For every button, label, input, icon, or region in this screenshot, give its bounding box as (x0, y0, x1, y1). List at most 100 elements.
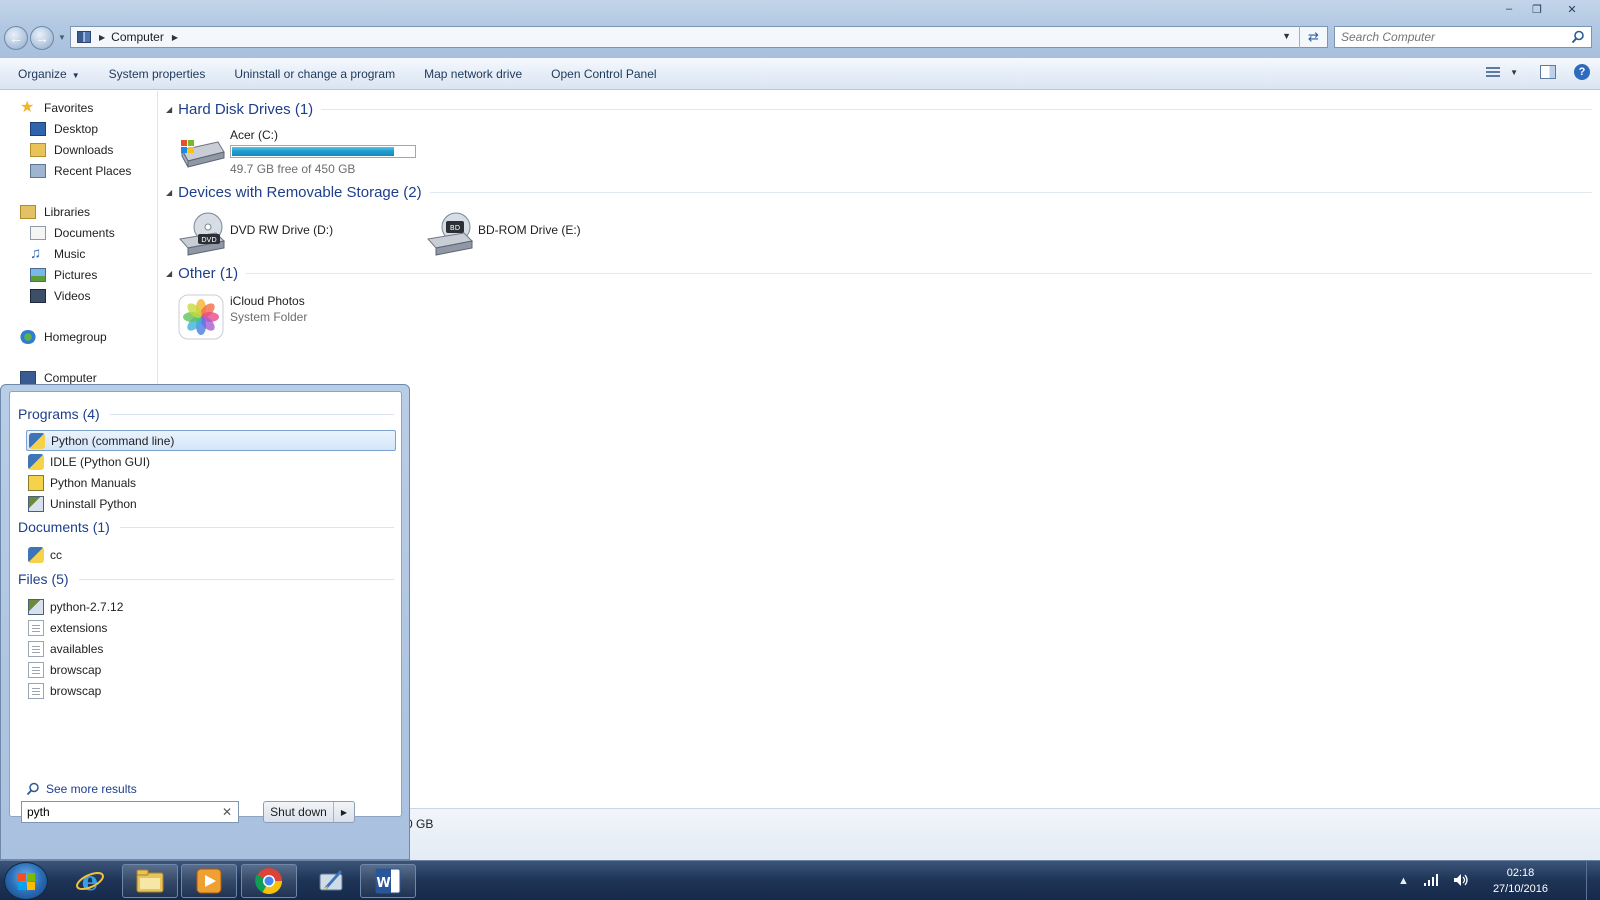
files-heading[interactable]: Files (5) (18, 571, 394, 587)
collapse-triangle-icon[interactable]: ◢ (166, 105, 172, 114)
group-divider (321, 109, 1592, 110)
drive-d-tile[interactable]: DVD DVD RW Drive (D:) (178, 211, 333, 257)
nav-computer[interactable]: Computer (20, 371, 97, 385)
result-item[interactable]: cc (26, 544, 396, 565)
collapse-triangle-icon[interactable]: ◢ (166, 188, 172, 197)
result-item[interactable]: extensions (26, 617, 396, 638)
see-more-results-label: See more results (46, 782, 137, 796)
recent-pages-dropdown[interactable]: ▼ (58, 33, 66, 42)
refresh-button[interactable]: ⇄ (1299, 26, 1327, 48)
group-divider (429, 192, 1592, 193)
see-more-results-link[interactable]: See more results (26, 782, 137, 796)
nav-homegroup[interactable]: Homegroup (20, 330, 107, 344)
drive-e-tile[interactable]: BD BD-ROM Drive (E:) (426, 211, 581, 257)
start-search-box[interactable]: ✕ (21, 801, 239, 823)
search-input[interactable] (1341, 30, 1561, 44)
search-icon[interactable] (1571, 30, 1585, 44)
details-text: 0 GB (406, 817, 434, 831)
breadcrumb-arrow-icon[interactable]: ▶ (172, 33, 178, 42)
nav-favorites[interactable]: ★ Favorites (20, 100, 93, 116)
taskbar-internet-explorer[interactable]: e (62, 864, 118, 898)
address-history-dropdown[interactable]: ▼ (1282, 31, 1291, 41)
nav-music[interactable]: ♫ Music (30, 245, 85, 262)
breadcrumb-computer[interactable]: Computer (111, 30, 164, 44)
nav-pictures[interactable]: Pictures (30, 268, 97, 282)
breadcrumb-arrow-icon[interactable]: ▶ (99, 33, 105, 42)
drive-c-tile[interactable]: Acer (C:) 49.7 GB free of 450 GB (178, 128, 416, 176)
desktop-icon (30, 122, 46, 136)
svg-text:e: e (82, 867, 99, 896)
system-tray: ▲ 02:18 27/10/2016 (1398, 861, 1548, 900)
documents-icon (30, 226, 46, 240)
nav-documents[interactable]: Documents (30, 226, 115, 240)
nav-videos[interactable]: Videos (30, 289, 90, 303)
help-icon[interactable]: ? (1574, 64, 1590, 80)
homegroup-icon (20, 330, 36, 344)
taskbar-media-player[interactable] (181, 864, 237, 898)
group-other[interactable]: ◢ Other (1) (166, 265, 1592, 282)
taskbar-chrome[interactable] (241, 864, 297, 898)
svg-text:W: W (376, 876, 390, 891)
word-icon: W (375, 868, 401, 894)
result-item[interactable]: Python Manuals (26, 472, 396, 493)
address-bar[interactable]: ▶ Computer ▶ ▼ ⇄ (70, 26, 1328, 48)
result-item[interactable]: Uninstall Python (26, 493, 396, 514)
forward-button[interactable]: → (30, 26, 54, 50)
arrow-left-icon: ← (9, 30, 23, 46)
taskbar-word[interactable]: W (360, 864, 416, 898)
organize-menu[interactable]: Organize ▼ (18, 67, 80, 81)
open-control-panel-button[interactable]: Open Control Panel (551, 67, 656, 81)
result-item[interactable]: availables (26, 638, 396, 659)
show-desktop-button[interactable] (1586, 861, 1600, 900)
search-icon (26, 782, 39, 796)
result-label: Uninstall Python (50, 496, 137, 511)
result-item[interactable]: python-2.7.12 (26, 596, 396, 617)
clear-search-icon[interactable]: ✕ (222, 805, 232, 819)
back-button[interactable]: ← (4, 26, 28, 50)
programs-heading[interactable]: Programs (4) (18, 406, 394, 422)
result-item[interactable]: IDLE (Python GUI) (26, 451, 396, 472)
shutdown-options-arrow[interactable]: ▶ (334, 802, 354, 822)
uninstall-program-button[interactable]: Uninstall or change a program (234, 67, 395, 81)
nav-libraries[interactable]: Libraries (20, 205, 90, 219)
files-heading-label: Files (5) (18, 571, 69, 587)
group-removable-storage[interactable]: ◢ Devices with Removable Storage (2) (166, 184, 1592, 201)
windows-logo-icon (18, 873, 36, 891)
python-feather-icon (319, 870, 343, 891)
clock[interactable]: 02:18 27/10/2016 (1493, 865, 1548, 897)
nav-downloads[interactable]: Downloads (30, 143, 113, 157)
media-player-icon (196, 868, 222, 894)
command-bar: Organize ▼ System properties Uninstall or… (0, 58, 1600, 90)
documents-heading[interactable]: Documents (1) (18, 519, 394, 535)
settings-file-icon (28, 682, 44, 699)
nav-recent-places-label: Recent Places (54, 164, 132, 178)
preview-pane-icon[interactable] (1540, 65, 1556, 79)
result-item[interactable]: Python (command line) (26, 430, 396, 451)
minimize-button[interactable]: – (1496, 0, 1522, 18)
collapse-triangle-icon[interactable]: ◢ (166, 269, 172, 278)
icloud-photos-tile[interactable]: iCloud Photos System Folder (178, 294, 307, 342)
start-search-input[interactable] (27, 805, 217, 819)
nav-documents-label: Documents (54, 226, 115, 240)
restore-button[interactable]: ❐ (1524, 0, 1550, 18)
change-view-icon[interactable] (1486, 65, 1504, 79)
search-box[interactable] (1334, 26, 1592, 48)
taskbar-file-explorer[interactable] (122, 864, 178, 898)
shutdown-button[interactable]: Shut down (264, 802, 334, 822)
nav-recent-places[interactable]: Recent Places (30, 164, 131, 178)
network-signal-icon[interactable] (1423, 873, 1439, 889)
music-icon: ♫ (30, 245, 42, 262)
volume-icon[interactable] (1453, 873, 1469, 890)
start-button[interactable] (4, 862, 48, 900)
group-hard-disk-drives[interactable]: ◢ Hard Disk Drives (1) (166, 101, 1592, 118)
view-options-dropdown[interactable]: ▼ (1510, 68, 1518, 77)
map-network-drive-button[interactable]: Map network drive (424, 67, 522, 81)
close-button[interactable]: ✕ (1552, 0, 1592, 18)
result-item[interactable]: browscap (26, 659, 396, 680)
show-hidden-icons-arrow[interactable]: ▲ (1398, 875, 1409, 887)
nav-desktop[interactable]: Desktop (30, 122, 98, 136)
system-properties-button[interactable]: System properties (109, 67, 206, 81)
nav-downloads-label: Downloads (54, 143, 114, 157)
taskbar-python-app[interactable] (303, 864, 359, 898)
result-item[interactable]: browscap (26, 680, 396, 701)
